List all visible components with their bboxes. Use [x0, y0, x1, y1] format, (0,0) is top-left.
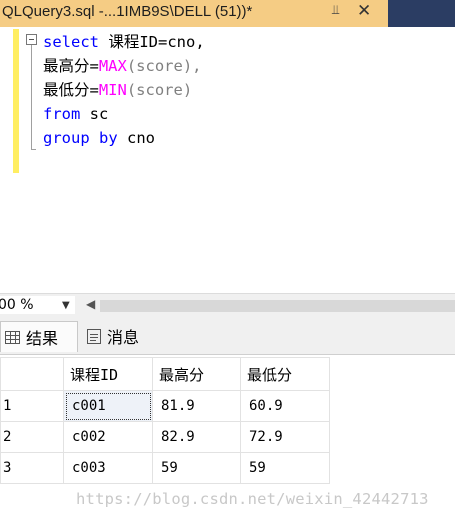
keyword-select: select — [43, 33, 99, 51]
grid-cell[interactable]: c002 — [63, 421, 153, 453]
grid-cell[interactable]: 60.9 — [240, 390, 330, 422]
watermark-text: https://blog.csdn.net/weixin_42442713 — [76, 490, 429, 508]
table-row[interactable]: 3 c003 59 59 — [0, 452, 330, 484]
grid-cell[interactable]: c001 — [63, 390, 153, 422]
message-icon — [87, 328, 101, 344]
function-max: MAX — [98, 57, 127, 75]
tab-results[interactable]: 结果 — [0, 321, 78, 352]
tab-results-label: 结果 — [26, 329, 59, 348]
code-line-2: 最高分=MAX(score), — [43, 57, 202, 75]
code-line-3: 最低分=MIN(score) — [43, 81, 192, 99]
sql-code[interactable]: select 课程ID=cno, 最高分=MAX(score), 最低分=MIN… — [43, 30, 205, 150]
code-text: (score) — [126, 81, 193, 99]
column-header[interactable]: 最高分 — [152, 357, 241, 391]
grid-cell[interactable]: 81.9 — [152, 390, 241, 422]
code-text: cno — [117, 129, 155, 147]
collapse-icon[interactable] — [26, 34, 37, 45]
tab-messages-label: 消息 — [107, 328, 140, 347]
grid-cell[interactable]: c003 — [63, 452, 153, 484]
code-text: 最高分= — [43, 57, 99, 75]
fold-guide — [31, 45, 32, 149]
chevron-down-icon[interactable]: ▼ — [62, 300, 70, 311]
editor-status-bar: 00 % ▼ ◀ — [0, 293, 455, 317]
row-number-header — [0, 357, 64, 391]
results-grid[interactable]: 课程ID 最高分 最低分 1 c001 81.9 60.9 2 c002 82.… — [0, 357, 330, 484]
code-line-5: group by cno — [43, 129, 155, 147]
code-line-1: select 课程ID=cno, — [43, 33, 205, 51]
row-number[interactable]: 3 — [0, 452, 64, 484]
column-header[interactable]: 最低分 — [240, 357, 330, 391]
code-line-4: from sc — [43, 105, 108, 123]
code-text: (score), — [126, 57, 202, 75]
zoom-dropdown[interactable]: 00 % ▼ — [0, 296, 75, 314]
table-row[interactable]: 2 c002 82.9 72.9 — [0, 421, 330, 453]
changed-lines-indicator — [13, 29, 19, 173]
horizontal-scrollbar[interactable] — [100, 300, 455, 312]
scroll-left-icon[interactable]: ◀ — [86, 297, 95, 311]
query-tab[interactable]: QLQuery3.sql -...1IMB9S\DELL (51))* ⫫ ✕ — [0, 0, 388, 27]
code-text: sc — [80, 105, 109, 123]
keyword-from: from — [43, 105, 81, 123]
code-text: 最低分= — [43, 81, 99, 99]
row-number[interactable]: 1 — [0, 390, 64, 422]
keyword-group-by: group by — [43, 129, 118, 147]
tab-bar-background — [388, 0, 455, 27]
tab-messages[interactable]: 消息 — [83, 321, 163, 351]
code-text: 课程ID=cno, — [99, 33, 205, 51]
fold-guide-end — [31, 149, 36, 150]
query-editor[interactable]: select 课程ID=cno, 最高分=MAX(score), 最低分=MIN… — [0, 27, 455, 293]
function-min: MIN — [98, 81, 127, 99]
document-tab-bar: QLQuery3.sql -...1IMB9S\DELL (51))* ⫫ ✕ — [0, 0, 455, 27]
zoom-value: 00 % — [0, 297, 34, 313]
grid-header-row: 课程ID 最高分 最低分 — [0, 357, 330, 391]
grid-icon — [5, 330, 20, 344]
row-number[interactable]: 2 — [0, 421, 64, 453]
grid-cell[interactable]: 82.9 — [152, 421, 241, 453]
grid-cell[interactable]: 59 — [240, 452, 330, 484]
query-tab-title: QLQuery3.sql -...1IMB9S\DELL (51))* — [2, 3, 253, 20]
pin-icon[interactable]: ⫫ — [332, 3, 339, 18]
grid-cell[interactable]: 72.9 — [240, 421, 330, 453]
column-header[interactable]: 课程ID — [63, 357, 153, 391]
table-row[interactable]: 1 c001 81.9 60.9 — [0, 390, 330, 422]
results-tab-strip: 结果 消息 — [0, 317, 455, 355]
grid-cell[interactable]: 59 — [152, 452, 241, 484]
close-icon[interactable]: ✕ — [357, 1, 371, 21]
